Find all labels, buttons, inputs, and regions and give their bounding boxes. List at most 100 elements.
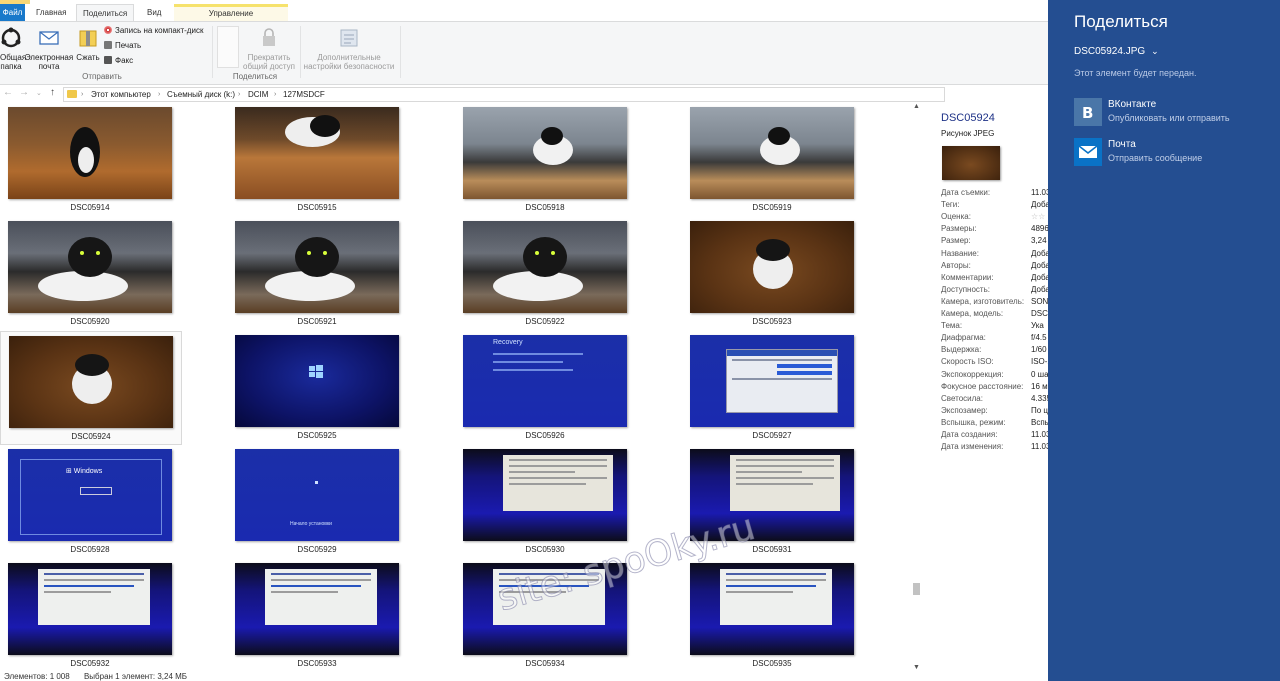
photo-thumbnail <box>690 107 854 199</box>
detail-value[interactable]: 11.03 <box>1031 188 1048 197</box>
share-target-vk[interactable]: В ВКонтакте Опубликовать или отправить <box>1074 98 1274 128</box>
detail-value[interactable]: Доба <box>1031 200 1048 209</box>
address-bar[interactable]: › Этот компьютер › Съемный диск (k:) › D… <box>63 87 945 102</box>
scroll-up-icon[interactable]: ▲ <box>912 103 921 110</box>
shared-file-dropdown[interactable]: DSC05924.JPG ⌄ <box>1074 46 1159 57</box>
tab-file[interactable]: Файл <box>0 4 25 21</box>
file-tile[interactable]: DSC05915 <box>227 103 407 215</box>
detail-value[interactable]: Доба <box>1031 261 1048 270</box>
photo-thumbnail <box>8 221 172 313</box>
file-tile[interactable]: DSC05923 <box>682 217 862 329</box>
file-tile[interactable]: Начало установки DSC05929 <box>227 445 407 557</box>
scrollbar-thumb[interactable] <box>913 583 920 595</box>
detail-value[interactable]: Доба <box>1031 249 1048 258</box>
details-thumbnail <box>942 146 1000 180</box>
file-grid[interactable]: DSC05914 DSC05915 DSC05918 DSC05919 DSC05920… <box>0 103 910 671</box>
advanced-security-label: Дополнительные настройки безопасности <box>303 53 395 71</box>
detail-label: Выдержка: <box>941 345 982 355</box>
detail-value[interactable]: SONY <box>1031 297 1048 306</box>
vertical-scrollbar[interactable]: ▲ ▼ <box>912 103 921 671</box>
detail-value[interactable]: 11.03 <box>1031 430 1048 439</box>
file-tile[interactable]: DSC05925 <box>227 331 407 443</box>
detail-value[interactable]: DSC- <box>1031 309 1048 318</box>
share-subtitle: Этот элемент будет передан. <box>1074 68 1197 78</box>
file-tile[interactable]: DSC05930 <box>455 445 635 557</box>
detail-value[interactable]: f/4.5 <box>1031 333 1048 342</box>
detail-value[interactable]: Доба <box>1031 285 1048 294</box>
fax-icon <box>104 56 112 64</box>
share-charm: Поделиться DSC05924.JPG ⌄ Этот элемент бу… <box>1048 0 1280 681</box>
file-tile[interactable]: DSC05933 <box>227 559 407 671</box>
detail-value[interactable]: 3,24 <box>1031 236 1048 245</box>
share-target-mail[interactable]: Почта Отправить сообщение <box>1074 138 1274 168</box>
file-tile[interactable]: DSC05921 <box>227 217 407 329</box>
share-with-list[interactable] <box>217 26 239 68</box>
file-tile[interactable]: DSC05918 <box>455 103 635 215</box>
back-arrow-icon[interactable]: ← <box>3 87 13 98</box>
breadcrumb-separator[interactable]: › <box>238 89 240 100</box>
detail-value[interactable]: По ц <box>1031 406 1048 415</box>
file-name: DSC05933 <box>297 659 337 668</box>
breadcrumb-dcim[interactable]: DCIM <box>248 89 268 100</box>
file-name: DSC05934 <box>525 659 565 668</box>
file-tile[interactable]: ⊞ Windows DSC05928 <box>0 445 180 557</box>
tab-view[interactable]: Вид <box>141 4 167 21</box>
ribbon: Общая папка Электронная почта Сжать Запи… <box>0 21 1048 85</box>
detail-value[interactable]: ☆☆ <box>1031 212 1048 221</box>
tab-manage[interactable]: Управление <box>174 4 288 21</box>
detail-label: Теги: <box>941 200 960 210</box>
file-name: DSC05923 <box>752 317 792 326</box>
file-tile[interactable]: DSC05924 <box>0 331 182 445</box>
details-file-type: Рисунок JPEG <box>941 129 995 138</box>
file-tile[interactable]: DSC05914 <box>0 103 180 215</box>
detail-label: Экспозамер: <box>941 405 988 415</box>
breadcrumb-separator[interactable]: › <box>274 89 276 100</box>
file-tile[interactable]: DSC05932 <box>0 559 180 671</box>
email-button[interactable]: Электронная почта <box>24 24 74 71</box>
detail-label: Доступность: <box>941 284 990 294</box>
fax-button[interactable]: Факс <box>104 56 133 66</box>
file-tile[interactable]: DSC05935 <box>682 559 862 671</box>
stop-sharing-button[interactable]: Прекратить общий доступ <box>240 24 298 71</box>
detail-value[interactable]: 1/60 <box>1031 345 1048 354</box>
detail-value[interactable]: 4.335 <box>1031 394 1048 403</box>
tab-home[interactable]: Главная <box>30 4 72 21</box>
detail-value[interactable]: 4896 <box>1031 224 1048 233</box>
recent-chevron-icon[interactable]: ⌄ <box>36 89 42 97</box>
burn-disc-button[interactable]: Запись на компакт-диск <box>104 26 203 36</box>
file-tile[interactable]: Recovery DSC05926 <box>455 331 635 443</box>
detail-value[interactable]: 0 ша <box>1031 370 1048 379</box>
detail-value[interactable]: Ука <box>1031 321 1048 330</box>
share-target-name: ВКонтакте <box>1108 99 1157 110</box>
breadcrumb-separator[interactable]: › <box>158 89 160 100</box>
breadcrumb-removable-disk[interactable]: Съемный диск (k:) <box>167 89 235 100</box>
advanced-security-button[interactable]: Дополнительные настройки безопасности <box>303 24 395 71</box>
detail-label: Диафрагма: <box>941 333 986 343</box>
forward-arrow-icon[interactable]: → <box>19 87 29 98</box>
up-arrow-icon[interactable]: ↑ <box>50 87 55 98</box>
file-tile[interactable]: DSC05919 <box>682 103 862 215</box>
file-name: DSC05927 <box>752 431 792 440</box>
photo-thumbnail <box>463 107 627 199</box>
print-button[interactable]: Печать <box>104 41 141 51</box>
detail-label: Авторы: <box>941 260 971 270</box>
detail-value[interactable]: ISO-2 <box>1031 357 1048 366</box>
scroll-down-icon[interactable]: ▼ <box>912 664 921 671</box>
share-folder-button[interactable]: Общая папка <box>0 24 26 71</box>
disc-icon <box>104 26 112 34</box>
file-tile[interactable]: DSC05922 <box>455 217 635 329</box>
file-name: DSC05921 <box>297 317 337 326</box>
zip-button[interactable]: Сжать <box>76 24 100 62</box>
file-tile[interactable]: DSC05927 <box>682 331 862 443</box>
breadcrumb-folder[interactable]: 127MSDCF <box>283 89 325 100</box>
breadcrumb-separator[interactable]: › <box>81 89 83 100</box>
detail-value[interactable]: 11.03 <box>1031 442 1048 451</box>
file-tile[interactable]: DSC05920 <box>0 217 180 329</box>
breadcrumb-this-pc[interactable]: Этот компьютер <box>91 89 151 100</box>
tab-share[interactable]: Поделиться <box>76 4 135 21</box>
detail-label: Камера, модель: <box>941 309 1004 318</box>
detail-value[interactable]: Вспы <box>1031 418 1048 427</box>
detail-value[interactable]: 16 м <box>1031 382 1048 391</box>
file-name: DSC05918 <box>525 203 565 212</box>
detail-value[interactable]: Доба <box>1031 273 1048 282</box>
